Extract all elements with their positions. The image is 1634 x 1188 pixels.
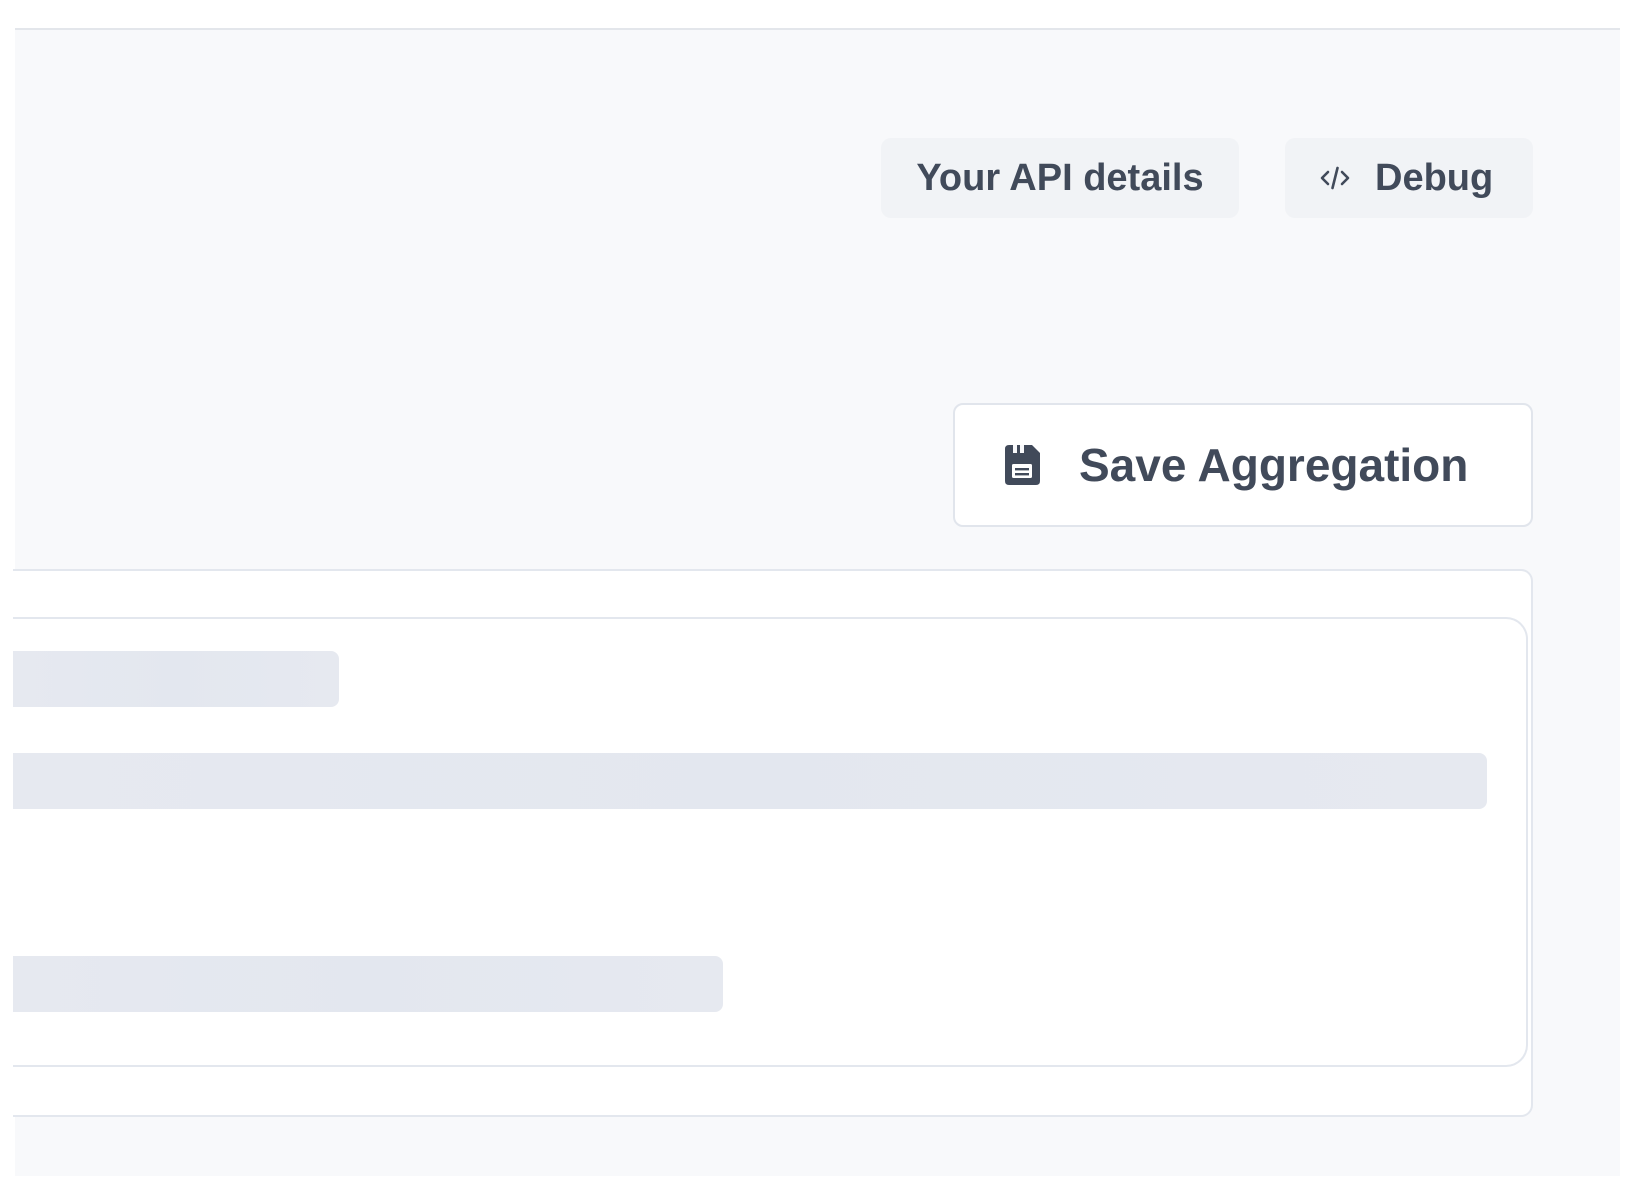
skeleton-line <box>13 753 1487 809</box>
loading-panel <box>13 617 1528 1067</box>
page-background: Your API details Debug Save Aggregation <box>13 28 1620 1176</box>
floppy-disk-icon <box>999 442 1045 488</box>
debug-button[interactable]: Debug <box>1285 138 1533 218</box>
api-details-button[interactable]: Your API details <box>881 138 1239 218</box>
api-details-label: Your API details <box>916 156 1204 199</box>
skeleton-line <box>13 651 339 707</box>
save-aggregation-button[interactable]: Save Aggregation <box>953 403 1533 527</box>
code-icon <box>1319 162 1351 194</box>
skeleton-line <box>13 956 723 1012</box>
save-aggregation-label: Save Aggregation <box>1079 439 1469 491</box>
aggregation-card <box>13 569 1533 1117</box>
debug-label: Debug <box>1375 156 1494 199</box>
